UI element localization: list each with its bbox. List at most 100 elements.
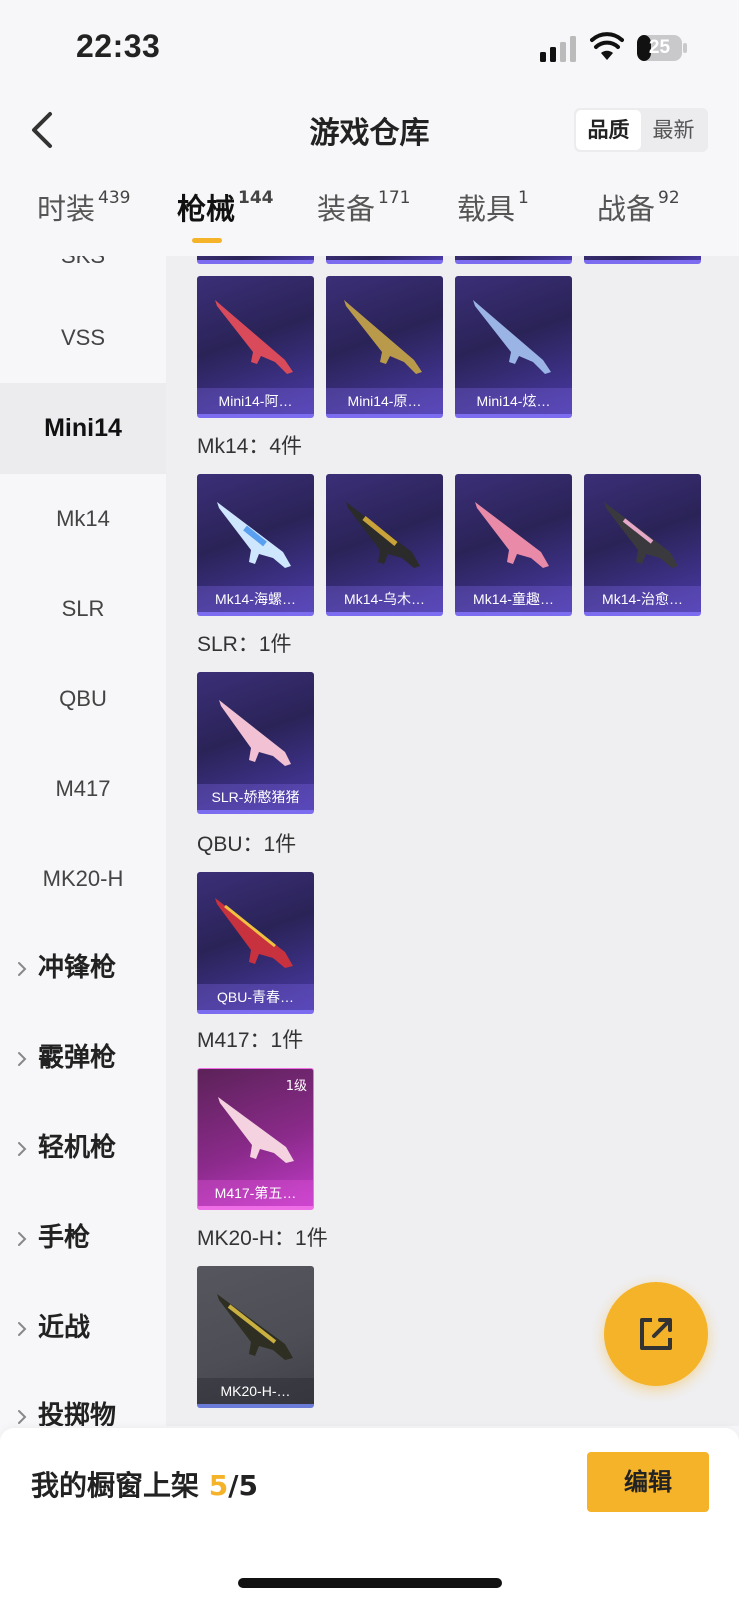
tab-vehicles[interactable]: 载具 1 (457, 186, 529, 246)
skin-card[interactable]: SLR-娇憨猪猪 (197, 672, 314, 814)
sidebar-item-mk20h[interactable]: MK20-H (0, 833, 166, 924)
skin-card[interactable]: MK20-H-… (197, 1266, 314, 1408)
tab-outfits[interactable]: 时装 439 (37, 186, 130, 246)
skin-card-legendary[interactable]: 1级 M417-第五… (197, 1068, 314, 1210)
tab-label: 时装 (37, 192, 96, 226)
status-time: 22:33 (76, 28, 161, 64)
skin-card[interactable]: Mk14-乌木… (326, 474, 443, 616)
rifle-image (604, 502, 678, 568)
group-title-mk20h: MK20-H：1件 (197, 1227, 328, 1250)
chevron-right-icon (18, 1142, 27, 1156)
skin-name: Mini14-炫… (455, 388, 572, 414)
tab-count: 171 (378, 188, 411, 208)
sidebar-item-slr[interactable]: SLR (0, 563, 166, 654)
skin-card[interactable]: Mini14-阿… (197, 276, 314, 418)
sidebar-item-m417[interactable]: M417 (0, 743, 166, 834)
chevron-right-icon (18, 1410, 27, 1424)
share-button[interactable] (604, 1282, 708, 1386)
sidebar-group-melee[interactable]: 近战 (0, 1283, 166, 1374)
skin-name: SLR-娇憨猪猪 (197, 784, 314, 810)
home-indicator[interactable] (238, 1578, 502, 1588)
sidebar-group-pistol[interactable]: 手枪 (0, 1193, 166, 1284)
showcase-total-count: /5 (228, 1469, 258, 1502)
sidebar-item-qbu[interactable]: QBU (0, 653, 166, 744)
rifle-image (344, 300, 422, 374)
sidebar-group-label: 冲锋枪 (38, 953, 117, 983)
skin-card[interactable]: Mk14-海螺… (197, 474, 314, 616)
skin-name: Mk14-童趣… (455, 586, 572, 612)
skin-name: Mk14-治愈… (584, 586, 701, 612)
tab-label: 载具 (457, 192, 516, 226)
skin-name: Mini14-阿… (197, 388, 314, 414)
skin-card[interactable]: Mk14-治愈… (584, 474, 701, 616)
showcase-current-count: 5 (208, 1469, 229, 1502)
sidebar-item-mk14[interactable]: Mk14 (0, 473, 166, 564)
skin-card-partial[interactable] (326, 256, 443, 264)
tab-guns[interactable]: 枪械 144 (177, 186, 274, 246)
edit-button[interactable]: 编辑 (587, 1452, 709, 1512)
chevron-right-icon (18, 1232, 27, 1246)
sidebar-group-throwable[interactable]: 投掷物 (0, 1371, 166, 1426)
skin-name: Mini14-原… (326, 388, 443, 414)
skin-name: MK20-H-… (197, 1378, 314, 1404)
rifle-image (219, 700, 291, 766)
sort-toggle: 品质 最新 (574, 108, 708, 152)
skin-card[interactable]: Mini14-炫… (455, 276, 572, 418)
tab-equipment[interactable]: 装备 171 (317, 186, 410, 246)
sidebar-group-smg[interactable]: 冲锋枪 (0, 923, 166, 1014)
skin-name: Mk14-乌木… (326, 586, 443, 612)
rifle-image (217, 502, 291, 568)
skin-name: Mk14-海螺… (197, 586, 314, 612)
skin-name: M417-第五… (198, 1180, 313, 1206)
group-title-mk14: Mk14：4件 (197, 435, 303, 458)
tab-count: 92 (658, 188, 680, 208)
chevron-right-icon (18, 1052, 27, 1066)
skin-card-partial[interactable] (197, 256, 314, 264)
active-tab-indicator (192, 238, 222, 243)
showcase-label: 我的橱窗上架 (31, 1469, 200, 1502)
sidebar-group-shotgun[interactable]: 霰弹枪 (0, 1013, 166, 1104)
tab-supplies[interactable]: 战备 92 (597, 186, 680, 246)
tab-label: 战备 (597, 192, 656, 226)
battery-level: 25 (648, 37, 671, 58)
battery-icon: 25 (636, 34, 688, 62)
category-tabs: 时装 439 枪械 144 装备 171 载具 1 战备 92 (0, 186, 739, 256)
sidebar-item-mini14[interactable]: Mini14 (0, 383, 166, 474)
sidebar-group-label: 霰弹枪 (38, 1043, 117, 1073)
sidebar-group-label: 手枪 (38, 1223, 91, 1253)
sidebar-group-lmg[interactable]: 轻机枪 (0, 1103, 166, 1194)
rifle-image (215, 300, 293, 374)
sidebar-group-label: 投掷物 (38, 1401, 117, 1426)
chevron-right-icon (18, 962, 27, 976)
sidebar-item-vss[interactable]: VSS (0, 292, 166, 383)
rifle-image (215, 898, 293, 968)
rifle-image (473, 300, 551, 374)
group-title-qbu: QBU：1件 (197, 833, 297, 856)
weapon-sidebar: SKS VSS Mini14 Mk14 SLR QBU M417 MK20-H … (0, 256, 166, 1426)
showcase-bar: 我的橱窗上架 5/5 编辑 (0, 1428, 739, 1600)
cellular-signal-icon (540, 36, 576, 62)
warehouse-screen: 22:33 25 游戏仓库 品质 最新 时装 439 枪械 144 装备 171… (0, 0, 739, 1600)
rifle-image (475, 502, 549, 568)
tab-count: 1 (518, 188, 529, 208)
tab-label: 装备 (317, 192, 376, 226)
rifle-image (346, 502, 420, 568)
skin-card[interactable]: QBU-青春… (197, 872, 314, 1014)
sort-by-newest-button[interactable]: 最新 (641, 110, 706, 150)
tab-count: 439 (98, 188, 131, 208)
sidebar-group-label: 近战 (38, 1313, 91, 1343)
group-title-slr: SLR：1件 (197, 633, 292, 656)
rifle-image (217, 1294, 293, 1360)
weapon-skin-grid: Mini14-阿… Mini14-原… Mini14-炫… Mk14：4件 Mk… (166, 256, 739, 1426)
skin-card-partial[interactable] (584, 256, 701, 264)
tab-label: 枪械 (177, 192, 236, 226)
status-bar: 22:33 25 (0, 0, 739, 96)
skin-name: QBU-青春… (197, 984, 314, 1010)
skin-card[interactable]: Mk14-童趣… (455, 474, 572, 616)
group-title-m417: M417：1件 (197, 1029, 304, 1052)
skin-card[interactable]: Mini14-原… (326, 276, 443, 418)
chevron-right-icon (18, 1322, 27, 1336)
sidebar-group-label: 轻机枪 (38, 1133, 117, 1163)
skin-card-partial[interactable] (455, 256, 572, 264)
sort-by-quality-button[interactable]: 品质 (576, 110, 641, 150)
